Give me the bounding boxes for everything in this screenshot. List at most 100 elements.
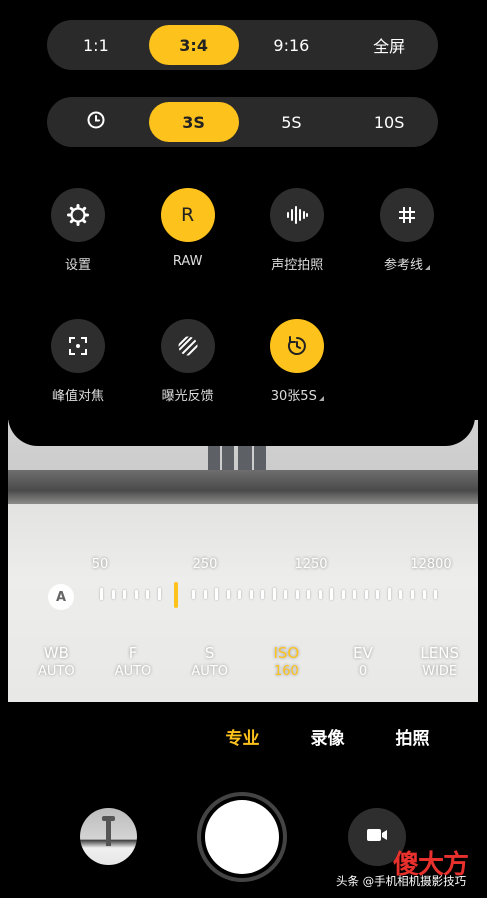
aspect-option-3-4[interactable]: 3:4	[145, 20, 243, 70]
param-value: AUTO	[38, 664, 75, 679]
aspect-ratio-selector: 1:1 3:4 9:16 全屏	[47, 20, 438, 70]
timer-off-button[interactable]	[47, 97, 145, 147]
iso-tick	[123, 590, 126, 599]
param-iso[interactable]: ISO 160	[248, 644, 325, 679]
param-value: 160	[273, 664, 299, 679]
param-key: F	[128, 644, 138, 662]
iso-slider-thumb[interactable]	[174, 582, 178, 608]
iso-tick	[284, 590, 288, 599]
video-camera-icon	[366, 827, 388, 847]
tool-label-text: 30张5S	[270, 389, 317, 404]
tool-exposure-feedback[interactable]: 曝光反馈	[135, 319, 241, 404]
gear-icon[interactable]	[51, 188, 105, 242]
param-s[interactable]: S AUTO	[171, 644, 248, 679]
iso-tick	[226, 590, 230, 599]
timer-option-label: 3S	[182, 112, 205, 132]
iso-tick	[330, 588, 334, 600]
param-key: LENS	[420, 644, 459, 662]
iso-tick	[203, 590, 207, 599]
grid-icon[interactable]	[379, 188, 434, 242]
iso-scale-label: 250	[192, 557, 218, 572]
param-lens[interactable]: LENS WIDE	[401, 644, 478, 679]
tool-label: 曝光反馈	[161, 389, 214, 404]
iso-tick	[261, 590, 265, 599]
iso-auto-button[interactable]: A	[48, 584, 74, 610]
pro-params-bar: WB AUTO F AUTO S AUTO ISO 160 EV 0 LENS WIDE	[18, 644, 478, 679]
param-f[interactable]: F AUTO	[95, 644, 172, 679]
iso-tick	[134, 590, 138, 599]
tool-label-text: 参考线	[383, 258, 423, 273]
iso-tick	[387, 588, 391, 600]
raw-icon[interactable]: R	[160, 188, 215, 242]
aspect-option-label: 3:4	[179, 35, 208, 55]
iso-tick	[376, 590, 380, 599]
param-wb[interactable]: WB AUTO	[18, 644, 95, 679]
tool-label: 设置	[64, 258, 91, 273]
aspect-option-1-1[interactable]: 1:1	[47, 20, 145, 70]
timer-option-5s[interactable]: 5S	[243, 97, 341, 147]
mode-pro[interactable]: 专业	[200, 724, 285, 749]
iso-tick	[100, 588, 103, 600]
timer-option-3s[interactable]: 3S	[145, 97, 243, 147]
iso-scale-label: 50	[91, 557, 109, 572]
aspect-option-label: 全屏	[373, 37, 406, 56]
iso-tick	[364, 590, 368, 599]
camera-viewfinder[interactable]: A 50 250 1250 12800 WB AUTO F AUTO S AUTO I…	[8, 420, 478, 702]
iso-tick	[157, 588, 161, 600]
stripes-icon[interactable]	[160, 319, 215, 373]
timer-option-10s[interactable]: 10S	[340, 97, 438, 147]
param-value: 0	[358, 664, 368, 679]
aspect-option-9-16[interactable]: 9:16	[243, 20, 341, 70]
iso-tick	[422, 590, 426, 599]
iso-tick	[146, 590, 150, 599]
iso-tick	[295, 590, 299, 599]
tool-settings[interactable]: 设置	[25, 188, 131, 273]
iso-tick	[272, 588, 276, 600]
param-value: AUTO	[114, 664, 152, 679]
tool-label: 30张5S	[271, 385, 324, 404]
raw-icon-letter: R	[181, 204, 195, 226]
submenu-indicator-icon	[424, 265, 430, 270]
shutter-button[interactable]	[197, 792, 287, 882]
tool-voice-capture[interactable]: 声控拍照	[244, 188, 350, 273]
mode-video[interactable]: 录像	[285, 724, 370, 749]
thumbnail-tower	[106, 816, 111, 846]
tools-row-2: 峰值对焦 曝光反馈 30张5S	[25, 319, 460, 404]
iso-tick	[399, 590, 403, 599]
iso-scale-label: 1250	[294, 557, 328, 572]
burst-timer-icon[interactable]	[270, 319, 325, 373]
tool-raw[interactable]: R RAW	[135, 188, 241, 273]
tool-focus-peaking[interactable]: 峰值对焦	[25, 319, 131, 404]
shutter-inner	[205, 800, 279, 874]
timer-selector: 3S 5S 10S	[47, 97, 438, 147]
aspect-option-fullscreen[interactable]: 全屏	[340, 20, 438, 70]
sound-wave-icon[interactable]	[270, 188, 325, 242]
tool-label: 声控拍照	[271, 258, 324, 273]
timer-option-label: 10S	[373, 112, 405, 132]
iso-tick	[307, 590, 311, 599]
submenu-indicator-icon	[318, 396, 324, 401]
iso-tick	[192, 590, 196, 599]
iso-tick	[318, 590, 322, 599]
tool-label: 参考线	[384, 254, 430, 273]
mode-photo[interactable]: 拍照	[370, 724, 455, 749]
param-ev[interactable]: EV 0	[325, 644, 402, 679]
iso-tick	[411, 590, 414, 599]
param-value: AUTO	[191, 664, 228, 679]
iso-scale-label: 12800	[410, 557, 452, 572]
param-key: WB	[43, 644, 69, 662]
iso-tick	[111, 590, 115, 599]
focus-frame-icon[interactable]	[51, 319, 105, 373]
tool-label: RAW	[172, 254, 203, 269]
iso-tick	[249, 590, 253, 599]
gallery-thumbnail[interactable]	[80, 808, 137, 865]
aspect-option-label: 1:1	[83, 35, 109, 55]
timer-option-label: 5S	[281, 112, 302, 132]
tool-grid-lines[interactable]: 参考线	[354, 188, 460, 273]
iso-tick	[353, 590, 357, 599]
mode-switcher: 专业 录像 拍照	[200, 724, 455, 749]
aspect-option-label: 9:16	[273, 35, 310, 55]
tool-burst-timer[interactable]: 30张5S	[244, 319, 350, 404]
iso-tick	[215, 588, 219, 600]
param-key: S	[204, 644, 215, 662]
